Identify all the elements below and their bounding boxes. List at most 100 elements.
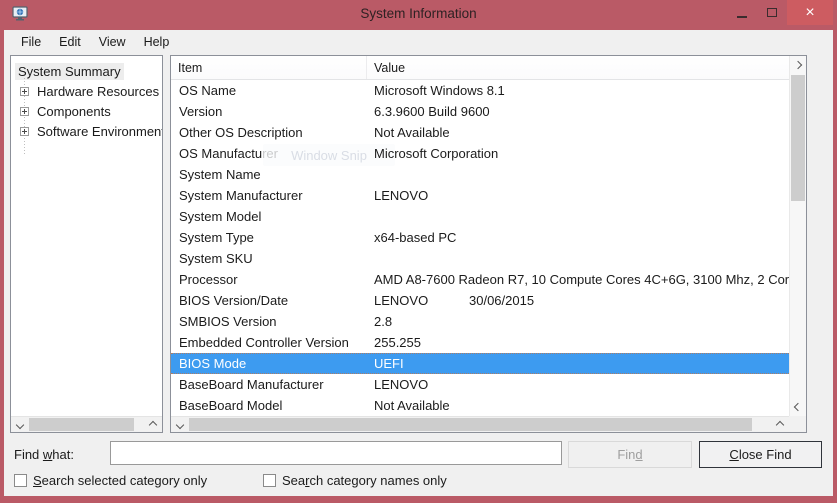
menu-bar: File Edit View Help	[4, 30, 833, 53]
item-cell: BIOS Version/Date	[171, 293, 367, 308]
value-cell: Not Available	[367, 125, 789, 140]
table-row[interactable]: BIOS Mode UEFI	[171, 353, 789, 374]
tree-horizontal-scrollbar[interactable]	[11, 416, 162, 432]
menu-edit[interactable]: Edit	[50, 32, 90, 52]
item-cell: OS Manufacturer	[171, 146, 367, 161]
category-tree-panel: System Summary Hardware Resources Compon…	[10, 55, 163, 433]
scroll-left-icon[interactable]	[171, 417, 187, 432]
expand-plus-icon[interactable]	[20, 87, 29, 96]
table-row[interactable]: OS Manufacturer Microsoft Corporation	[171, 143, 789, 164]
search-category-names-label: Search category names only	[282, 473, 447, 488]
table-row[interactable]: System Name	[171, 164, 789, 185]
find-input[interactable]	[110, 441, 562, 465]
item-cell: BaseBoard Model	[171, 398, 367, 413]
close-button[interactable]: ×	[787, 0, 833, 25]
column-header-value[interactable]: Value	[367, 56, 789, 79]
details-list-panel: Item Value Window Snip OS Name Microsoft…	[170, 55, 807, 433]
tree-item-components[interactable]: Components	[11, 101, 162, 121]
table-row[interactable]: BaseBoard Model Not Available	[171, 395, 789, 416]
item-cell: Other OS Description	[171, 125, 367, 140]
value-cell: 255.255	[367, 335, 789, 350]
value-cell: 6.3.9600 Build 9600	[367, 104, 789, 119]
tree-item-label: System Summary	[15, 63, 124, 80]
category-tree: System Summary Hardware Resources Compon…	[11, 56, 162, 416]
item-cell: Version	[171, 104, 367, 119]
item-cell: System Type	[171, 230, 367, 245]
list-hscroll-thumb[interactable]	[189, 418, 752, 431]
menu-view[interactable]: View	[90, 32, 135, 52]
scroll-right-icon[interactable]	[146, 417, 162, 432]
table-row[interactable]: BaseBoard Manufacturer LENOVO	[171, 374, 789, 395]
close-icon: ×	[805, 4, 814, 22]
table-row[interactable]: OS Name Microsoft Windows 8.1	[171, 80, 789, 101]
scroll-left-icon[interactable]	[11, 417, 27, 432]
window-body: System Summary Hardware Resources Compon…	[4, 53, 833, 496]
item-cell: System SKU	[171, 251, 367, 266]
item-cell: BaseBoard Manufacturer	[171, 377, 367, 392]
maximize-button[interactable]	[757, 0, 787, 25]
item-cell: SMBIOS Version	[171, 314, 367, 329]
find-button[interactable]: Find	[568, 441, 692, 468]
tree-item-label: Hardware Resources	[34, 83, 162, 100]
value-cell: LENOVO30/06/2015	[367, 293, 789, 308]
search-category-names-checkbox[interactable]	[263, 474, 276, 487]
list-vscroll-thumb[interactable]	[791, 75, 805, 201]
value-cell: Microsoft Corporation	[367, 146, 789, 161]
value-secondary: 30/06/2015	[469, 293, 534, 308]
close-find-button[interactable]: Close Find	[699, 441, 822, 468]
maximize-icon	[767, 8, 777, 17]
minimize-icon	[737, 16, 747, 18]
value-cell: Not Available	[367, 398, 789, 413]
list-rows: Window Snip OS Name Microsoft Windows 8.…	[171, 80, 789, 416]
expand-plus-icon[interactable]	[20, 107, 29, 116]
value-cell: AMD A8-7600 Radeon R7, 10 Compute Cores …	[367, 272, 789, 287]
list-horizontal-scrollbar[interactable]	[171, 416, 789, 432]
tree-item-hardware-resources[interactable]: Hardware Resources	[11, 81, 162, 101]
find-what-label: Find what:	[14, 447, 74, 462]
search-selected-category-label: Search selected category only	[33, 473, 207, 488]
tree-item-label: Software Environment	[34, 123, 162, 140]
tree-hscroll-thumb[interactable]	[29, 418, 134, 431]
system-information-window: System Information × File Edit View Help…	[0, 0, 837, 503]
menu-help[interactable]: Help	[135, 32, 179, 52]
tree-item-label: Components	[34, 103, 114, 120]
item-cell: BIOS Mode	[171, 356, 367, 371]
scroll-down-icon[interactable]	[790, 401, 806, 416]
value-cell: LENOVO	[367, 188, 789, 203]
scroll-right-icon[interactable]	[773, 417, 789, 432]
table-row[interactable]: System Manufacturer LENOVO	[171, 185, 789, 206]
column-header-item[interactable]: Item	[171, 56, 367, 79]
value-cell: x64-based PC	[367, 230, 789, 245]
window-title: System Information	[0, 6, 837, 21]
table-row[interactable]: Embedded Controller Version 255.255	[171, 332, 789, 353]
item-cell: Embedded Controller Version	[171, 335, 367, 350]
table-row[interactable]: System SKU	[171, 248, 789, 269]
tree-item-system-summary[interactable]: System Summary	[11, 61, 162, 81]
value-cell: Microsoft Windows 8.1	[367, 83, 789, 98]
search-selected-category-checkbox[interactable]	[14, 474, 27, 487]
item-cell: System Name	[171, 167, 367, 182]
table-row[interactable]: SMBIOS Version 2.8	[171, 311, 789, 332]
item-cell: Processor	[171, 272, 367, 287]
table-row[interactable]: Version 6.3.9600 Build 9600	[171, 101, 789, 122]
scroll-up-icon[interactable]	[790, 56, 806, 71]
value-cell: LENOVO	[367, 377, 789, 392]
item-cell: System Manufacturer	[171, 188, 367, 203]
menu-file[interactable]: File	[12, 32, 50, 52]
item-cell: System Model	[171, 209, 367, 224]
scrollbar-corner	[789, 416, 806, 432]
tree-item-software-environment[interactable]: Software Environment	[11, 121, 162, 141]
table-row[interactable]: System Model	[171, 206, 789, 227]
expand-plus-icon[interactable]	[20, 127, 29, 136]
table-row[interactable]: Processor AMD A8-7600 Radeon R7, 10 Comp…	[171, 269, 789, 290]
table-row[interactable]: Other OS Description Not Available	[171, 122, 789, 143]
value-cell: UEFI	[367, 356, 789, 371]
list-vertical-scrollbar[interactable]	[789, 56, 806, 416]
minimize-button[interactable]	[727, 0, 757, 25]
table-row[interactable]: System Type x64-based PC	[171, 227, 789, 248]
list-header: Item Value	[171, 56, 789, 80]
search-options-row: Search selected category only Search cat…	[4, 470, 833, 496]
table-row[interactable]: BIOS Version/Date LENOVO30/06/2015	[171, 290, 789, 311]
value-cell: 2.8	[367, 314, 789, 329]
item-cell: OS Name	[171, 83, 367, 98]
